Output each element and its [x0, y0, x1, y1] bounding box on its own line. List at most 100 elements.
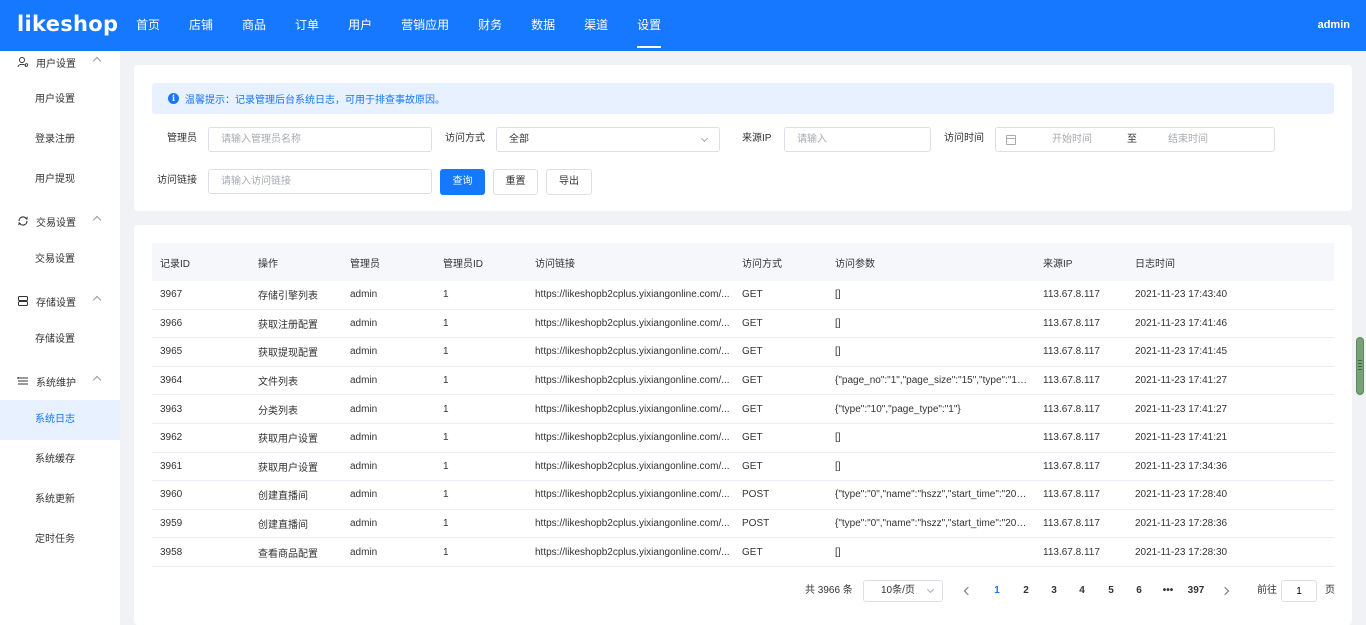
- time-range-picker[interactable]: 开始时间 至 结束时间: [995, 127, 1275, 152]
- table-cell: 113.67.8.117: [1043, 489, 1100, 501]
- sidebar-group-0[interactable]: 用户设置: [0, 51, 120, 73]
- table-cell: 113.67.8.117: [1043, 403, 1100, 415]
- next-page-icon[interactable]: [1220, 586, 1230, 596]
- time-label: 访问时间: [944, 133, 984, 144]
- sidebar-item-2-0[interactable]: 存储设置: [0, 320, 120, 360]
- table-cell: 2021-11-23 17:41:45: [1135, 346, 1228, 358]
- top-nav: 首页 店铺 商品 订单 用户 营销应用 财务 数据 渠道 设置: [124, 0, 678, 51]
- page-button[interactable]: 6: [1127, 578, 1151, 604]
- table-row: 3959 创建直播间 admin 1 https://likeshopb2cplus.y…: [152, 510, 1334, 539]
- chevron-down-icon: [700, 134, 709, 143]
- nav-item-3[interactable]: 订单: [283, 0, 331, 51]
- goto-input[interactable]: [1281, 580, 1317, 602]
- table-cell: 2021-11-23 17:41:27: [1135, 403, 1228, 415]
- table-cell: []: [835, 546, 841, 558]
- nav-item-2[interactable]: 商品: [230, 0, 278, 51]
- table-cell: 2021-11-23 17:28:30: [1135, 546, 1228, 558]
- table-cell: POST: [742, 518, 770, 530]
- table-row: 3961 获取用户设置 admin 1 https://likeshopb2cplus.…: [152, 453, 1334, 482]
- page-button[interactable]: 397: [1184, 578, 1208, 604]
- sidebar-item-3-1[interactable]: 系统缓存: [0, 440, 120, 480]
- nav-item-8[interactable]: 渠道: [572, 0, 620, 51]
- table-cell: 3958: [160, 546, 183, 558]
- info-icon: i: [168, 93, 179, 104]
- nav-item-9[interactable]: 设置: [625, 0, 673, 51]
- table-cell: POST: [742, 489, 770, 501]
- table-cell: []: [835, 317, 841, 329]
- table-cell: {"type":"0","name":"hszz","start_time":"…: [835, 518, 1030, 530]
- sidebar-item-1-0[interactable]: 交易设置: [0, 240, 120, 280]
- table-row: 3960 创建直播间 admin 1 https://likeshopb2cplus.y…: [152, 481, 1334, 510]
- nav-item-5[interactable]: 营销应用: [389, 0, 461, 51]
- table-cell: 获取提现配置: [258, 348, 318, 360]
- page-size-select[interactable]: 10条/页: [863, 580, 943, 602]
- table-cell: 创建直播间: [258, 520, 308, 532]
- table-cell: []: [835, 289, 841, 301]
- table-cell: https://likeshopb2cplus.yixiangonline.co…: [535, 518, 730, 530]
- total-count: 共 3966 条: [805, 585, 853, 596]
- sidebar-item-3-2[interactable]: 系统更新: [0, 480, 120, 520]
- table-cell: GET: [742, 403, 763, 415]
- page-button[interactable]: 4: [1070, 578, 1094, 604]
- column-header: 访问参数: [835, 258, 875, 270]
- tip-banner: i 温馨提示：记录管理后台系统日志，可用于排查事故原因。: [152, 83, 1334, 114]
- table-cell: []: [835, 346, 841, 358]
- more-pages-icon[interactable]: •••: [1156, 578, 1180, 604]
- sidebar-group-3[interactable]: 系统维护: [0, 370, 120, 392]
- table-cell: 2021-11-23 17:41:21: [1135, 432, 1228, 444]
- table-cell: 1: [443, 489, 449, 501]
- table-cell: 3964: [160, 375, 183, 387]
- nav-item-6[interactable]: 财务: [466, 0, 514, 51]
- table-cell: https://likeshopb2cplus.yixiangonline.co…: [535, 460, 730, 472]
- url-input[interactable]: [208, 169, 432, 194]
- nav-item-1[interactable]: 店铺: [177, 0, 225, 51]
- table-cell: admin: [350, 489, 378, 501]
- export-button[interactable]: 导出: [546, 169, 592, 195]
- sidebar-item-3-0[interactable]: 系统日志: [0, 400, 120, 440]
- sidebar-group-1[interactable]: 交易设置: [0, 210, 120, 232]
- page-button[interactable]: 1: [985, 578, 1009, 604]
- table-cell: []: [835, 460, 841, 472]
- user-settings-icon: [16, 55, 30, 69]
- logo[interactable]: likeshop: [17, 12, 118, 36]
- admin-label: 管理员: [167, 133, 197, 144]
- table-cell: 1: [443, 317, 449, 329]
- table-cell: 113.67.8.117: [1043, 546, 1100, 558]
- table-cell: {"type":"0","name":"hszz","start_time":"…: [835, 489, 1030, 501]
- scroll-thumb[interactable]: [1356, 337, 1364, 395]
- sidebar-item-0-0[interactable]: 用户设置: [0, 80, 120, 120]
- table-row: 3964 文件列表 admin 1 https://likeshopb2cplus.yi…: [152, 367, 1334, 396]
- table-cell: 1: [443, 518, 449, 530]
- calendar-icon: [1006, 135, 1016, 145]
- table-cell: https://likeshopb2cplus.yixiangonline.co…: [535, 346, 730, 358]
- column-header: 日志时间: [1135, 258, 1175, 270]
- table-cell: https://likeshopb2cplus.yixiangonline.co…: [535, 403, 730, 415]
- sidebar-item-0-2[interactable]: 用户提现: [0, 160, 120, 200]
- table-row: 3963 分类列表 admin 1 https://likeshopb2cplus.yi…: [152, 395, 1334, 424]
- table-cell: https://likeshopb2cplus.yixiangonline.co…: [535, 546, 730, 558]
- nav-item-7[interactable]: 数据: [519, 0, 567, 51]
- table-cell: 1: [443, 346, 449, 358]
- ip-input[interactable]: [784, 127, 931, 152]
- admin-input[interactable]: [208, 127, 432, 152]
- method-select[interactable]: 全部: [496, 127, 720, 152]
- table-cell: {"type":"10","page_type":"1"}: [835, 403, 961, 415]
- page-button[interactable]: 3: [1042, 578, 1066, 604]
- page-button[interactable]: 5: [1099, 578, 1123, 604]
- column-header: 管理员ID: [443, 258, 483, 270]
- nav-item-0[interactable]: 首页: [124, 0, 172, 51]
- sidebar-item-0-1[interactable]: 登录注册: [0, 120, 120, 160]
- reset-button[interactable]: 重置: [493, 169, 538, 195]
- nav-item-4[interactable]: 用户: [336, 0, 384, 51]
- table-cell: 1: [443, 375, 449, 387]
- sidebar-item-3-3[interactable]: 定时任务: [0, 520, 120, 560]
- search-button[interactable]: 查询: [440, 169, 485, 195]
- sidebar-group-2[interactable]: 存储设置: [0, 290, 120, 312]
- column-header: 访问链接: [535, 258, 575, 270]
- prev-page-icon[interactable]: [963, 586, 973, 596]
- page-button[interactable]: 2: [1014, 578, 1038, 604]
- method-label: 访问方式: [445, 133, 485, 144]
- table-cell: 创建直播间: [258, 491, 308, 503]
- user-menu[interactable]: admin: [1318, 0, 1350, 51]
- table-cell: 113.67.8.117: [1043, 375, 1100, 387]
